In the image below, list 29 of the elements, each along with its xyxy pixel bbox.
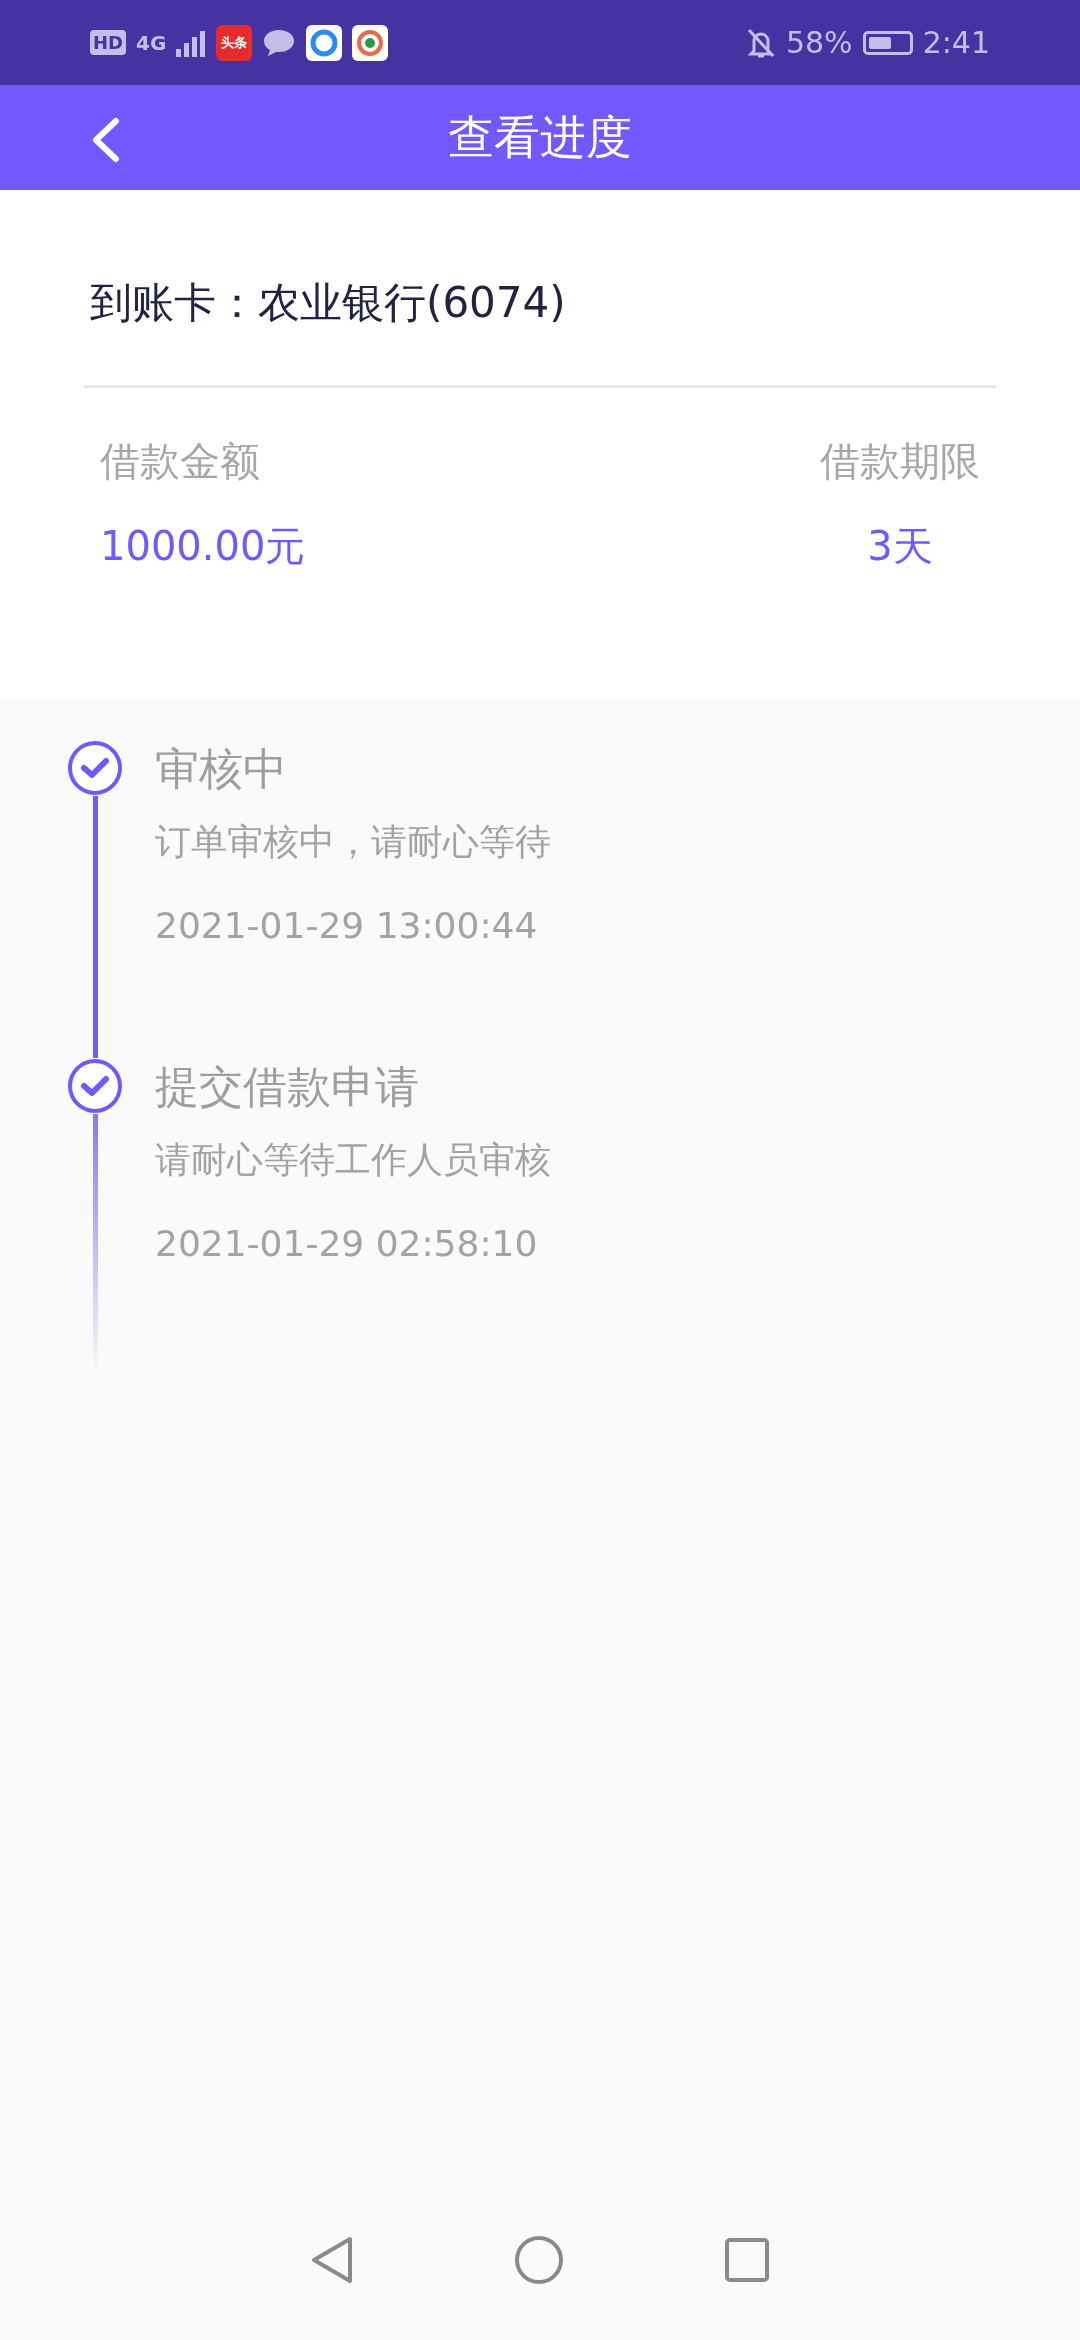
bell-off-icon: [745, 26, 776, 59]
page-title: 查看进度: [448, 108, 632, 166]
check-circle-icon: [67, 1058, 123, 1114]
home-nav-button[interactable]: [514, 2235, 564, 2285]
step-description: 请耐心等待工作人员审核: [155, 1138, 551, 1182]
check-circle-icon: [67, 740, 123, 796]
stat-value: 3天: [867, 522, 933, 571]
account-value: 农业银行(6074): [258, 276, 566, 329]
stat-value: 1000.00元: [100, 522, 306, 571]
back-nav-button[interactable]: [310, 2235, 354, 2285]
step-time: 2021-01-29 13:00:44: [155, 905, 539, 946]
browser-app-icon: [306, 24, 343, 61]
video-app-icon: [352, 24, 389, 61]
news-app-icon: 头条: [216, 24, 253, 61]
battery-percent: 58%: [785, 25, 853, 60]
stat-label: 借款期限: [820, 437, 980, 486]
step-title: 审核中: [155, 742, 288, 796]
stat-label: 借款金额: [100, 437, 260, 486]
network-type: 4G: [136, 30, 167, 55]
step-time: 2021-01-29 02:58:10: [155, 1223, 539, 1264]
recents-nav-button[interactable]: [724, 2237, 770, 2283]
chat-bubble-icon: [262, 27, 297, 58]
signal-icon: [176, 28, 207, 57]
battery-icon: [862, 30, 913, 55]
hd-indicator: HD: [90, 30, 126, 55]
account-label: 到账卡：: [90, 276, 258, 329]
clock: 2:41: [922, 25, 990, 60]
step-title: 提交借款申请: [155, 1060, 420, 1114]
step-description: 订单审核中，请耐心等待: [155, 820, 551, 864]
